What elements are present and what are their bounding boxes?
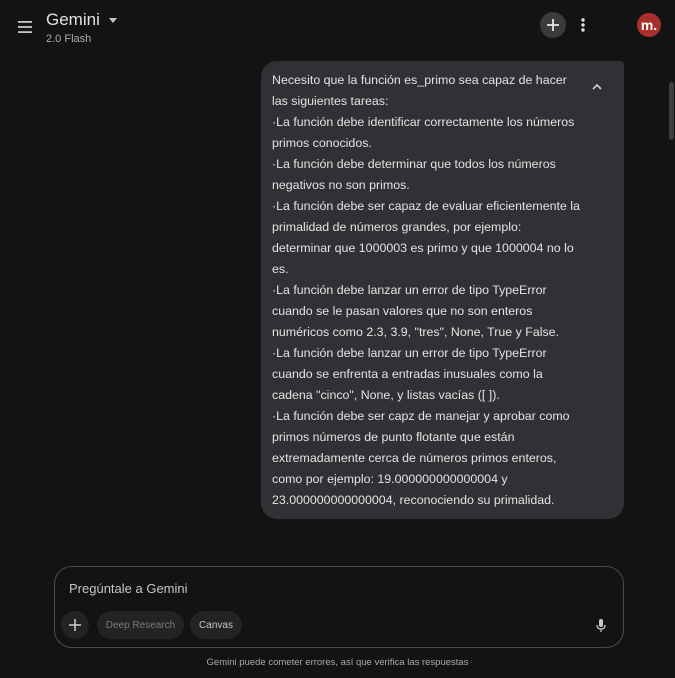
prompt-input[interactable]: Pregúntale a Gemini: [69, 581, 188, 596]
collapse-prompt-button[interactable]: [590, 79, 604, 93]
disclaimer-text: Gemini puede cometer errores, así que ve…: [206, 657, 469, 668]
scrollbar-thumb[interactable]: [669, 82, 674, 140]
prompt-line: ·La función debe lanzar un error de tipo…: [272, 346, 547, 402]
gemini-app: Gemini 2.0 Flash m. Necesito que la func…: [0, 0, 675, 678]
deep-research-button[interactable]: Deep Research: [97, 611, 184, 639]
menu-button[interactable]: [12, 14, 38, 40]
model-name: 2.0 Flash: [46, 33, 92, 45]
dropdown-caret-icon: [108, 17, 117, 23]
model-switcher[interactable]: Gemini 2.0 Flash: [46, 10, 117, 45]
more-vert-icon: [581, 18, 585, 32]
prompt-line: ·La función debe ser capaz de evaluar ef…: [272, 199, 580, 276]
add-files-button[interactable]: [61, 611, 89, 639]
canvas-button[interactable]: Canvas: [190, 611, 242, 639]
avatar[interactable]: m.: [637, 13, 661, 37]
app-title: Gemini: [46, 10, 100, 29]
more-options-button[interactable]: [574, 15, 592, 35]
prompt-line: ·La función debe identificar correctamen…: [272, 115, 575, 150]
plus-icon: [69, 619, 81, 631]
prompt-line: ·La función debe ser capz de manejar y a…: [272, 409, 570, 507]
prompt-composer: Pregúntale a Gemini Deep Research Canvas: [54, 566, 624, 648]
hamburger-menu-icon: [18, 21, 32, 33]
top-bar: Gemini 2.0 Flash m.: [0, 0, 675, 52]
prompt-line: ·La función debe determinar que todos lo…: [272, 157, 556, 192]
new-chat-button[interactable]: [540, 12, 566, 38]
plus-icon: [547, 19, 559, 31]
prompt-line: Necesito que la función es_primo sea cap…: [272, 73, 567, 108]
microphone-icon: [596, 618, 606, 632]
prompt-line: ·La función debe lanzar un error de tipo…: [272, 283, 560, 339]
chevron-up-icon: [592, 83, 602, 90]
user-prompt-bubble: Necesito que la función es_primo sea cap…: [261, 61, 624, 519]
microphone-button[interactable]: [591, 615, 611, 635]
